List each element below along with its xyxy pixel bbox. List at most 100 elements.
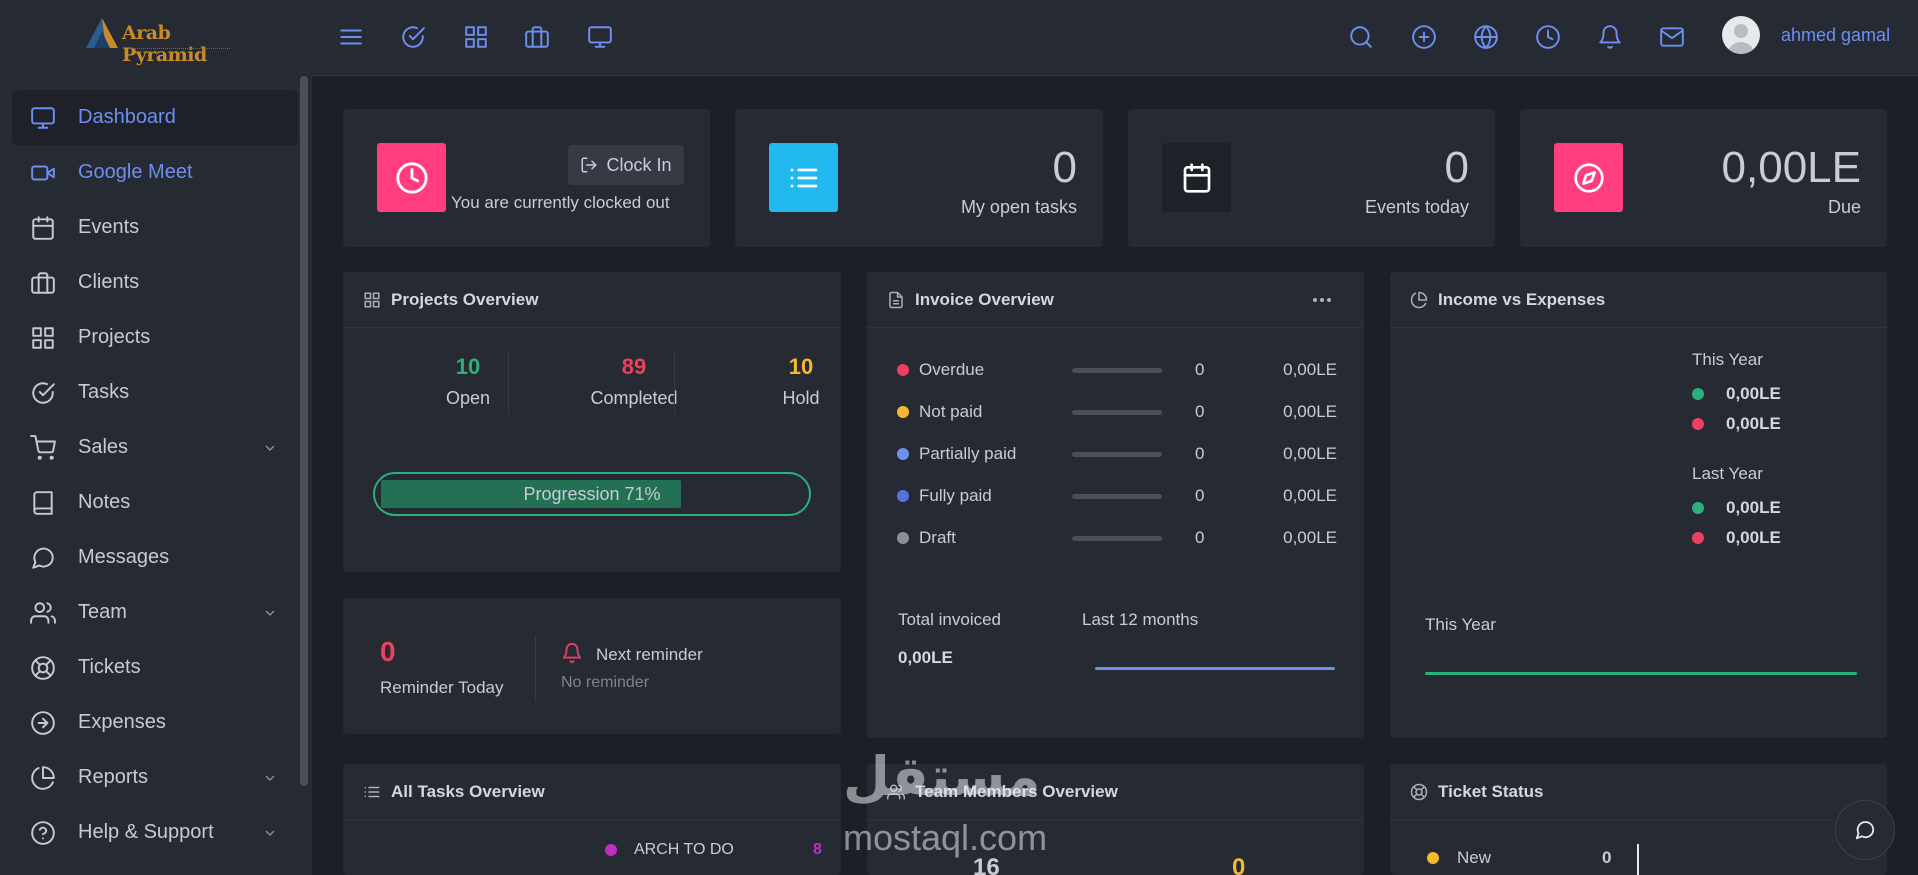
briefcase-icon[interactable] <box>524 24 550 50</box>
invoice-status-label: Fully paid <box>919 486 992 505</box>
brand-tagline <box>130 48 230 51</box>
monitor-icon <box>31 106 55 129</box>
sidebar-item-label: Reports <box>78 766 149 788</box>
projects-completed[interactable]: 89 Completed <box>564 354 704 409</box>
sidebar-item-notes[interactable]: Notes <box>12 475 298 530</box>
next-reminder-title: Next reminder <box>596 645 703 664</box>
sidebar-item-clients[interactable]: Clients <box>12 255 298 310</box>
invoice-sparkline <box>1095 667 1335 670</box>
task-status-count: 8 <box>813 841 822 858</box>
projects-completed-count: 89 <box>621 354 647 379</box>
clock-icon[interactable] <box>1535 24 1561 50</box>
invoice-overview-card: Invoice Overview Overdue 0 0,00LE Not pa… <box>867 272 1364 738</box>
invoice-row-not-paid[interactable]: Not paid 0 0,00LE <box>897 400 1337 424</box>
mail-icon[interactable] <box>1659 24 1685 50</box>
events-today-count: 0 <box>1444 143 1469 192</box>
sidebar-item-google-meet[interactable]: Google Meet <box>12 145 298 200</box>
check-circle-icon[interactable] <box>400 24 426 50</box>
invoice-status-count: 0 <box>1195 402 1205 421</box>
events-today-card[interactable]: 0 Events today <box>1128 109 1495 247</box>
grid-icon <box>32 326 54 349</box>
projects-overview-header: Projects Overview <box>343 272 841 328</box>
this-year-label: This Year <box>1692 350 1763 369</box>
invoice-overview-title: Invoice Overview <box>915 289 1054 309</box>
avatar[interactable] <box>1722 16 1760 54</box>
pie-chart-icon <box>31 765 55 790</box>
grid-icon <box>364 292 380 307</box>
invoice-status-count: 0 <box>1195 360 1205 379</box>
open-tasks-count: 0 <box>1052 143 1077 192</box>
open-tasks-card[interactable]: 0 My open tasks <box>735 109 1103 247</box>
chart-this-year-label: This Year <box>1425 615 1496 634</box>
last-year-label: Last Year <box>1692 464 1763 483</box>
projects-open[interactable]: 10 Open <box>398 354 538 409</box>
sidebar-item-events[interactable]: Events <box>12 200 298 255</box>
life-buoy-icon <box>31 655 55 680</box>
sidebar-item-help-support[interactable]: Help & Support <box>12 805 298 860</box>
log-in-icon <box>581 157 597 173</box>
sidebar-item-expenses[interactable]: Expenses <box>12 695 298 750</box>
income-expenses-card: Income vs Expenses This Year 0,00LE 0,00… <box>1390 272 1887 738</box>
brand-logo[interactable]: Arab Pyramid <box>80 12 240 66</box>
invoice-row-fully-paid[interactable]: Fully paid 0 0,00LE <box>897 484 1337 508</box>
income-expenses-title: Income vs Expenses <box>1438 289 1606 309</box>
open-tasks-label: My open tasks <box>960 197 1077 217</box>
globe-icon[interactable] <box>1473 24 1499 50</box>
income-dot <box>1692 388 1704 400</box>
clock-in-label: Clock In <box>606 154 672 175</box>
search-icon[interactable] <box>1348 24 1374 50</box>
ticket-status-header: Ticket Status <box>1390 764 1887 820</box>
list-icon <box>364 786 380 797</box>
monitor-icon[interactable] <box>587 24 613 50</box>
arrow-circle-icon <box>31 710 55 735</box>
invoice-row-overdue[interactable]: Overdue 0 0,00LE <box>897 358 1337 382</box>
events-today-label: Events today <box>1364 197 1469 217</box>
menu-icon[interactable] <box>338 24 364 50</box>
sidebar-item-team[interactable]: Team <box>12 585 298 640</box>
more-horizontal-icon[interactable] <box>1312 294 1332 306</box>
users-icon <box>30 601 56 624</box>
sidebar-item-tickets[interactable]: Tickets <box>12 640 298 695</box>
clock-icon <box>377 143 446 212</box>
sidebar-item-messages[interactable]: Messages <box>12 530 298 585</box>
due-card[interactable]: 0,00LE Due <box>1520 109 1887 247</box>
invoice-status-bar <box>1072 452 1162 457</box>
projects-hold-label: Hold <box>782 388 820 408</box>
sidebar-item-dashboard[interactable]: Dashboard <box>12 90 298 145</box>
invoice-row-partially-paid[interactable]: Partially paid 0 0,00LE <box>897 442 1337 466</box>
sidebar: Arab Pyramid Dashboard Google Meet Event… <box>0 0 312 875</box>
team-members-count: 16 <box>973 854 1000 875</box>
sidebar-item-label: Expenses <box>78 711 166 733</box>
clock-in-button[interactable]: Clock In <box>568 145 684 185</box>
ticket-chart-bar <box>1637 844 1639 875</box>
sidebar-item-reports[interactable]: Reports <box>12 750 298 805</box>
status-dot <box>897 448 909 460</box>
status-dot <box>897 532 909 544</box>
all-tasks-overview-card: All Tasks Overview ARCH TO DO 8 <box>343 764 841 875</box>
due-amount: 0,00LE <box>1721 143 1861 192</box>
briefcase-icon <box>31 271 55 294</box>
projects-overview-title: Projects Overview <box>391 289 539 309</box>
bell-icon[interactable] <box>1597 24 1623 50</box>
message-circle-icon <box>32 547 54 569</box>
sidebar-item-projects[interactable]: Projects <box>12 310 298 365</box>
topbar: ahmed gamal <box>312 0 1918 76</box>
income-chart-line <box>1425 672 1857 675</box>
check-circle-icon <box>32 381 55 404</box>
expense-dot <box>1692 418 1704 430</box>
sidebar-item-sales[interactable]: Sales <box>12 420 298 475</box>
projects-open-label: Open <box>445 388 491 408</box>
user-name[interactable]: ahmed gamal <box>1781 25 1890 46</box>
sidebar-scrollbar[interactable] <box>300 76 308 786</box>
plus-circle-icon[interactable] <box>1411 24 1437 50</box>
projects-hold[interactable]: 10 Hold <box>731 354 871 409</box>
invoice-status-amount: 0,00LE <box>1283 360 1337 379</box>
sidebar-item-tasks[interactable]: Tasks <box>12 365 298 420</box>
sidebar-item-label: Messages <box>78 546 170 568</box>
grid-icon[interactable] <box>463 24 489 50</box>
pie-chart-icon <box>1410 291 1428 308</box>
chat-button[interactable] <box>1835 800 1895 860</box>
sidebar-item-label: Events <box>78 216 140 238</box>
invoice-status-bar <box>1072 410 1162 415</box>
invoice-row-draft[interactable]: Draft 0 0,00LE <box>897 526 1337 550</box>
